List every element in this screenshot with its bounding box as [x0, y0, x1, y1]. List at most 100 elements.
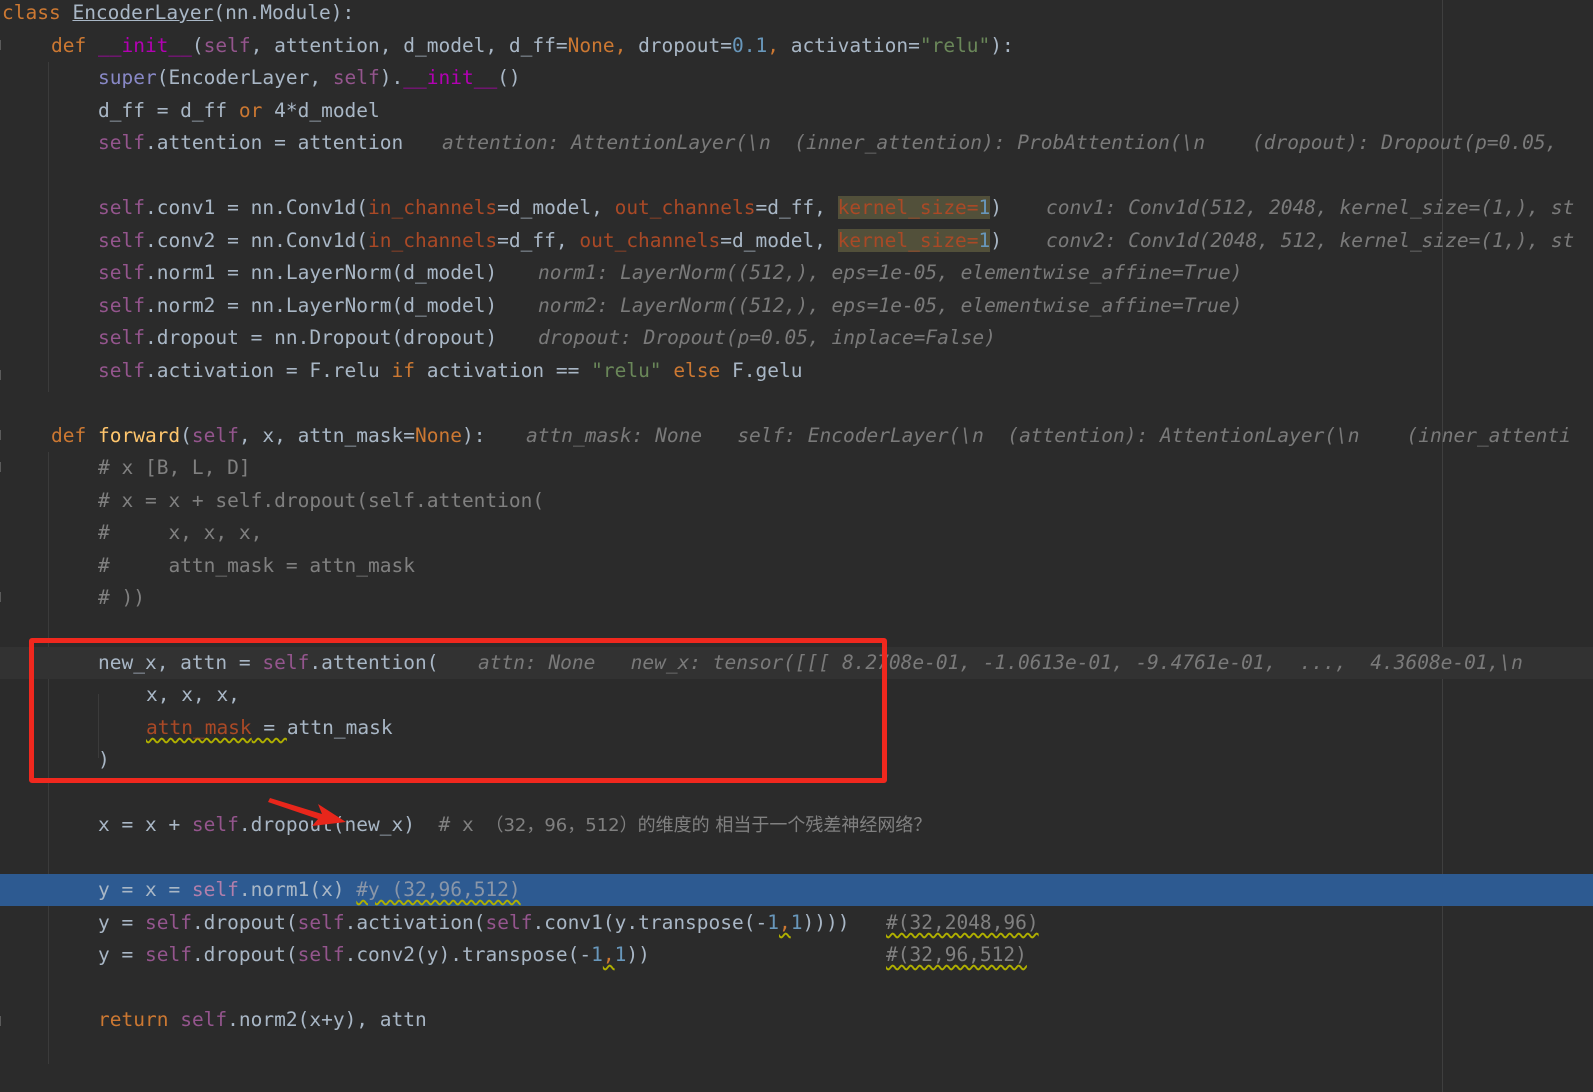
code-text: activation=	[790, 34, 920, 57]
code-line[interactable]: x = x + self.dropout(new_x) # x （32，96，5…	[0, 809, 1593, 841]
number: 0.1	[731, 34, 768, 57]
code-text: 4*d_model	[262, 99, 380, 122]
code-line[interactable]: self.attention = attention attention: At…	[0, 127, 1593, 159]
code-text: ):	[990, 34, 1014, 57]
code-text: y =	[98, 911, 145, 934]
parameter-name: in_channels	[368, 196, 498, 219]
parameter-name: out_channels	[614, 196, 756, 219]
code-text: (nn.Module):	[213, 1, 355, 24]
self-keyword: self	[191, 424, 239, 447]
comment: # attn_mask = attn_mask	[98, 554, 415, 577]
code-line[interactable]: # attn_mask = attn_mask	[0, 550, 1593, 582]
comment: #y (32,96,512)	[356, 878, 521, 901]
code-line[interactable]: y = self.dropout(self.conv2(y).transpose…	[0, 939, 1593, 971]
number: 1	[614, 943, 627, 966]
builtin: super	[98, 66, 157, 89]
code-line[interactable]: # ))	[0, 582, 1593, 614]
keyword: None	[567, 34, 615, 57]
self-keyword: self	[297, 911, 345, 934]
code-text: )	[990, 229, 1003, 252]
code-line[interactable]: return self.norm2(x+y), attn	[0, 1004, 1593, 1036]
code-text: ):	[461, 424, 486, 447]
code-line[interactable]: def forward(self, x, attn_mask=None): at…	[0, 420, 1593, 452]
self-keyword: self	[297, 943, 345, 966]
debug-inline-value: attn_mask: None self: EncoderLayer(\n (a…	[526, 424, 1571, 447]
self-keyword: self	[98, 131, 145, 154]
code-line[interactable]: self.dropout = nn.Dropout(dropout) dropo…	[0, 322, 1593, 354]
number: 1	[767, 911, 779, 934]
code-editor[interactable]: class EncoderLayer(nn.Module): def __ini…	[0, 0, 1593, 1092]
code-line[interactable]: class EncoderLayer(nn.Module):	[0, 0, 1593, 29]
code-text: ))	[626, 943, 650, 966]
code-text: =	[966, 196, 979, 219]
keyword: def	[51, 424, 87, 447]
code-line[interactable]: d_ff = d_ff or 4*d_model	[0, 95, 1593, 127]
self-keyword: self	[191, 813, 239, 836]
self-keyword: self	[98, 359, 145, 382]
comment: #(32,2048,96)	[886, 911, 1039, 934]
code-text: ()	[497, 66, 521, 89]
comment: # x = x + self.dropout(self.attention(	[98, 489, 545, 512]
code-text: y = x =	[98, 878, 192, 901]
debug-inline-value: norm1: LayerNorm((512,), eps=1e-05, elem…	[538, 261, 1243, 284]
self-keyword: self	[191, 878, 239, 901]
comment: # x [B, L, D]	[98, 456, 251, 479]
comment-chinese: （32，96，512）的维度的 相当于一个残差神经网络？	[485, 815, 932, 836]
debug-inline-value: norm2: LayerNorm((512,), eps=1e-05, elem…	[538, 294, 1243, 317]
code-text: ))))	[802, 911, 850, 934]
code-text: ,	[779, 911, 791, 934]
self-keyword: self	[98, 196, 145, 219]
code-text: .activation(	[344, 911, 486, 934]
keyword: return	[98, 1008, 169, 1031]
comment: # ))	[98, 586, 145, 609]
code-line[interactable]: # x [B, L, D]	[0, 452, 1593, 484]
class-name: EncoderLayer	[72, 1, 214, 24]
code-text: .conv1 = nn.Conv1d(	[144, 196, 369, 219]
code-text: , attention, d_model,	[250, 34, 509, 57]
code-text: .activation = F.relu	[144, 359, 392, 382]
code-text: (	[191, 34, 204, 57]
code-text: .norm2 = nn.LayerNorm(d_model)	[144, 294, 498, 317]
keyword: if	[391, 359, 415, 382]
execution-point-line[interactable]: y = x = self.norm1(x) #y (32,96,512)	[0, 874, 1593, 906]
string: "relu"	[591, 359, 662, 382]
code-line[interactable]: self.conv1 = nn.Conv1d(in_channels=d_mod…	[0, 192, 1593, 224]
code-text: d_ff = d_ff	[98, 99, 239, 122]
debug-inline-value: conv2: Conv1d(2048, 512, kernel_size=(1,…	[1046, 229, 1575, 252]
code-text: .conv2(y).transpose(-	[344, 943, 592, 966]
code-line[interactable]: self.norm1 = nn.LayerNorm(d_model) norm1…	[0, 257, 1593, 289]
code-text: =d_model,	[497, 196, 615, 219]
code-text: dropout=	[638, 34, 732, 57]
parameter-name: kernel_size	[837, 229, 967, 252]
code-text: (	[180, 424, 192, 447]
comment: # x	[415, 813, 486, 836]
number: 1	[591, 943, 603, 966]
annotation-arrow-icon	[268, 798, 346, 826]
debug-inline-value: conv1: Conv1d(512, 2048, kernel_size=(1,…	[1046, 196, 1575, 219]
code-line[interactable]: self.norm2 = nn.LayerNorm(d_model) norm2…	[0, 290, 1593, 322]
code-text: x = x +	[98, 813, 192, 836]
keyword: class	[2, 1, 61, 24]
code-text: .conv1(y.transpose(-	[532, 911, 768, 934]
self-keyword: self	[332, 66, 380, 89]
code-line[interactable]: self.conv2 = nn.Conv1d(in_channels=d_ff,…	[0, 225, 1593, 257]
parameter-name: kernel_size	[837, 196, 967, 219]
code-line[interactable]: super(EncoderLayer, self).__init__()	[0, 62, 1593, 94]
number: 1	[978, 229, 991, 252]
code-text: .conv2 = nn.Conv1d(	[144, 229, 369, 252]
self-keyword: self	[144, 943, 192, 966]
code-line[interactable]: y = self.dropout(self.activation(self.co…	[0, 907, 1593, 939]
keyword: def	[51, 34, 87, 57]
debug-inline-value: dropout: Dropout(p=0.05, inplace=False)	[538, 326, 996, 349]
code-text: (EncoderLayer,	[156, 66, 333, 89]
code-text: .norm2(x+y), attn	[227, 1008, 427, 1031]
self-keyword: self	[485, 911, 533, 934]
keyword: or	[238, 99, 263, 122]
code-line[interactable]: # x, x, x,	[0, 517, 1593, 549]
code-text: .attention = attention	[144, 131, 404, 154]
code-text: ,	[767, 34, 791, 57]
code-line[interactable]: # x = x + self.dropout(self.attention(	[0, 485, 1593, 517]
code-line[interactable]: self.activation = F.relu if activation =…	[0, 355, 1593, 387]
self-keyword: self	[98, 261, 145, 284]
code-line[interactable]: def __init__(self, attention, d_model, d…	[0, 30, 1593, 62]
